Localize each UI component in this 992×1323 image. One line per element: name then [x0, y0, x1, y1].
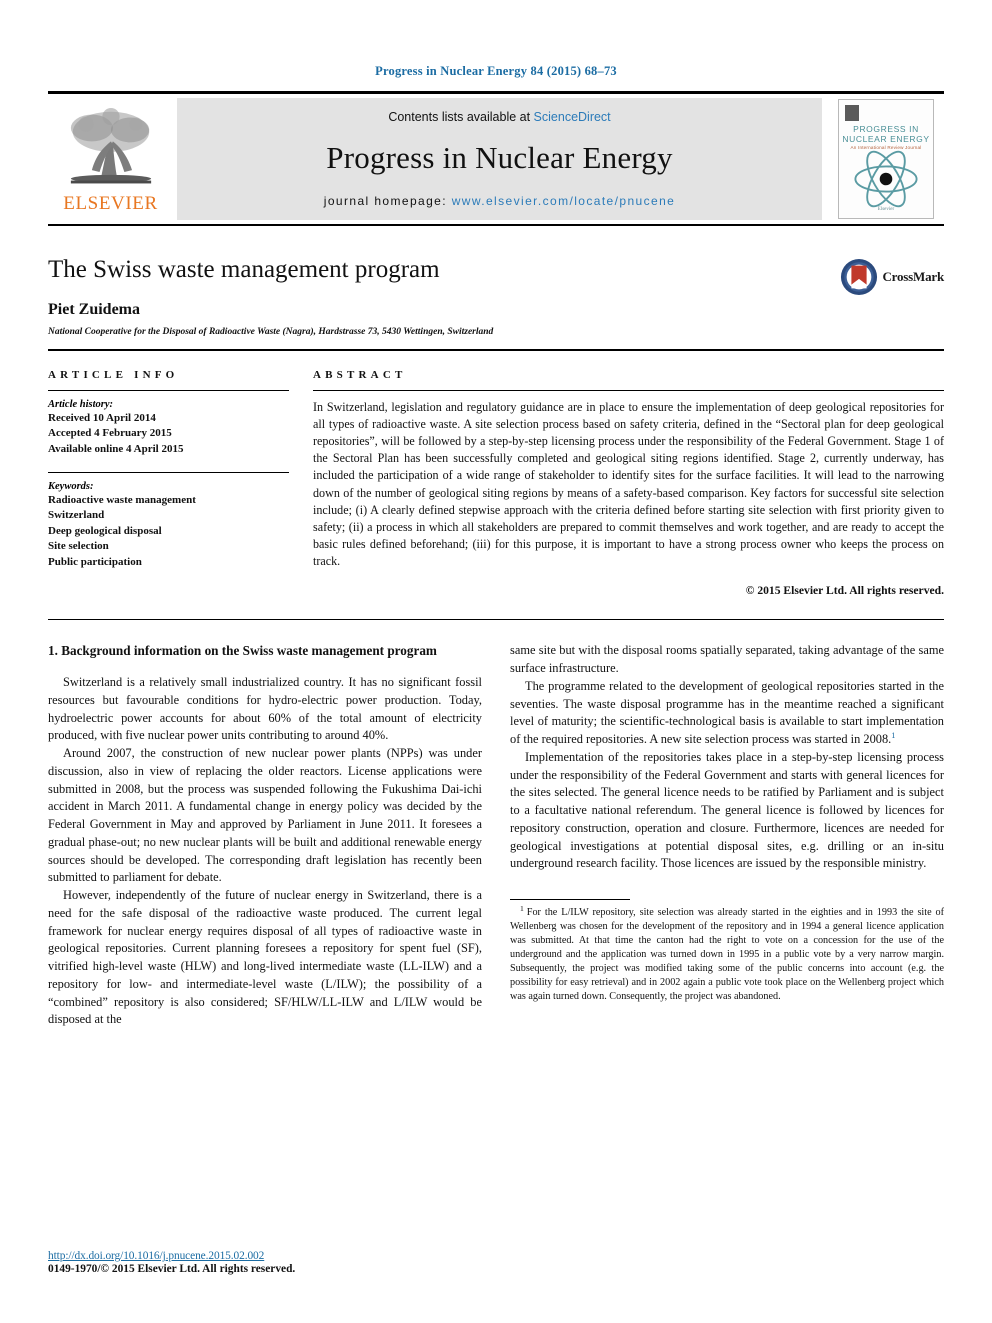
- footnote-body: For the L/ILW repository, site selection…: [510, 907, 944, 1003]
- homepage-prefix: journal homepage:: [323, 193, 452, 208]
- journal-cover-thumbnail: PROGRESS IN NUCLEAR ENERGY An Internatio…: [828, 94, 944, 224]
- keyword-item: Site selection: [48, 540, 109, 553]
- crossmark-badge[interactable]: CrossMark: [840, 258, 944, 296]
- keywords-rule: [48, 471, 289, 473]
- doi-link[interactable]: http://dx.doi.org/10.1016/j.pnucene.2015…: [48, 1250, 468, 1262]
- abstract-text: In Switzerland, legislation and regulato…: [313, 399, 944, 569]
- body-right-column: same site but with the disposal rooms sp…: [510, 642, 944, 1029]
- footnote-section: 1 For the L/ILW repository, site selectio…: [510, 899, 944, 1005]
- cover-title-line1: PROGRESS IN: [853, 124, 919, 134]
- author-name: Piet Zuidema: [48, 300, 140, 318]
- journal-masthead: ELSEVIER Contents lists available at Sci…: [48, 91, 944, 226]
- sciencedirect-link[interactable]: ScienceDirect: [534, 110, 611, 124]
- journal-homepage-link[interactable]: www.elsevier.com/locate/pnucene: [452, 194, 676, 208]
- abstract-copyright: © 2015 Elsevier Ltd. All rights reserved…: [745, 584, 944, 598]
- body-paragraph: Switzerland is a relatively small indust…: [48, 675, 482, 743]
- body-divider: [48, 619, 944, 621]
- body-paragraph: Implementation of the repositories takes…: [510, 749, 944, 871]
- keyword-item: Radioactive waste management: [48, 493, 196, 506]
- keyword-item: Deep geological disposal: [48, 524, 162, 537]
- body-left-column: 1. Background information on the Swiss w…: [48, 642, 482, 1029]
- crossmark-icon: [841, 258, 878, 296]
- body-paragraph: Around 2007, the construction of new nuc…: [48, 746, 482, 885]
- page-title: The Swiss waste management program: [48, 256, 440, 283]
- abstract-heading: ABSTRACT: [313, 368, 407, 381]
- journal-banner: Contents lists available at ScienceDirec…: [177, 98, 822, 220]
- article-info-heading: ARTICLE INFO: [48, 368, 179, 381]
- elsevier-wordmark: ELSEVIER: [63, 193, 158, 214]
- title-block: CrossMark The Swiss waste management pro…: [48, 256, 944, 337]
- atom-icon: [854, 150, 918, 208]
- body-columns: 1. Background information on the Swiss w…: [48, 642, 944, 1029]
- article-info-rule: [48, 389, 289, 391]
- body-paragraph: The programme related to the development…: [510, 678, 944, 749]
- page-footer: http://dx.doi.org/10.1016/j.pnucene.2015…: [48, 1250, 468, 1275]
- footnote-divider: [510, 899, 630, 901]
- info-abstract-section: ARTICLE INFO Article history: Received 1…: [48, 368, 944, 598]
- article-history-heading: Article history:: [48, 398, 114, 410]
- cover-footer-text: Elsevier: [877, 207, 895, 212]
- author-affiliation: National Cooperative for the Disposal of…: [48, 326, 494, 337]
- article-info-column: ARTICLE INFO Article history: Received 1…: [48, 369, 313, 598]
- issn-copyright: 0149-1970/© 2015 Elsevier Ltd. All right…: [48, 1263, 296, 1275]
- paper-page: Progress in Nuclear Energy 84 (2015) 68–…: [0, 0, 992, 1323]
- publisher-logo: ELSEVIER: [48, 94, 173, 224]
- abstract-column: ABSTRACT In Switzerland, legislation and…: [313, 368, 944, 598]
- article-history-item: Available online 4 April 2015: [48, 442, 184, 455]
- journal-homepage-line: journal homepage: www.elsevier.com/locat…: [324, 194, 675, 208]
- keyword-item: Switzerland: [48, 509, 105, 522]
- contents-available-line: Contents lists available at ScienceDirec…: [388, 110, 610, 124]
- section-heading: 1. Background information on the Swiss w…: [48, 643, 437, 659]
- body-paragraph-text: The programme related to the development…: [510, 678, 944, 747]
- title-divider: [48, 348, 944, 351]
- abstract-rule: [313, 389, 944, 391]
- keyword-item: Public participation: [48, 556, 142, 569]
- keywords-heading: Keywords:: [48, 480, 94, 492]
- cover-image: PROGRESS IN NUCLEAR ENERGY An Internatio…: [838, 99, 934, 219]
- body-paragraph: However, independently of the future of …: [48, 888, 482, 1027]
- article-history-item: Accepted 4 February 2015: [48, 427, 172, 440]
- crossmark-label: CrossMark: [882, 269, 944, 284]
- footnote-reference[interactable]: 1: [891, 731, 895, 740]
- running-head: Progress in Nuclear Energy 84 (2015) 68–…: [375, 64, 617, 78]
- article-history-item: Received 10 April 2014: [48, 411, 156, 424]
- footnote-marker: 1: [520, 903, 524, 913]
- contents-prefix: Contents lists available at: [388, 109, 534, 124]
- cover-elsevier-icon: [845, 105, 859, 121]
- cover-title-line2: NUCLEAR ENERGY: [842, 134, 930, 144]
- elsevier-tree-icon: [70, 107, 151, 184]
- journal-title: Progress in Nuclear Energy: [326, 139, 673, 175]
- body-paragraph-continued: same site but with the disposal rooms sp…: [510, 643, 944, 676]
- footnote-text: 1 For the L/ILW repository, site selectio…: [510, 903, 944, 1005]
